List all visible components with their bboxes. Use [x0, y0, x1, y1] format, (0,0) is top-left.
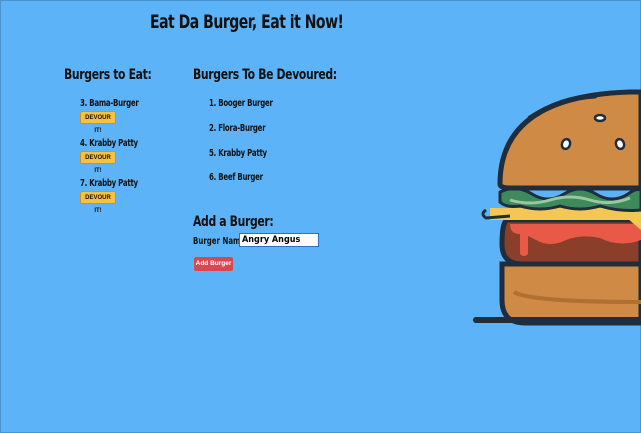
burger-illustration-icon: [473, 89, 641, 326]
devoured-item: 5. Krabby Patty: [209, 148, 267, 159]
add-burger-heading: Add a Burger:: [193, 214, 274, 230]
devoured-item: 6. Beef Burger: [209, 172, 263, 183]
page-title: Eat Da Burger, Eat it Now!: [150, 11, 344, 33]
devoured-item: 2. Flora-Burger: [209, 123, 266, 134]
to-eat-item: 4. Krabby Patty: [80, 138, 138, 149]
devoured-heading: Burgers To Be Devoured:: [193, 67, 337, 83]
devour-button[interactable]: DEVOUR IT!: [80, 111, 116, 134]
to-eat-item: 7. Krabby Patty: [80, 178, 138, 189]
to-eat-item: 3. Bama-Burger: [80, 98, 139, 109]
devour-button[interactable]: DEVOUR IT!: [80, 191, 116, 214]
devour-button[interactable]: DEVOUR IT!: [80, 151, 116, 174]
add-burger-button[interactable]: Add Burger: [194, 257, 233, 271]
devoured-item: 1. Booger Burger: [209, 98, 273, 109]
to-eat-heading: Burgers to Eat:: [64, 67, 152, 83]
burger-name-input[interactable]: [239, 233, 319, 247]
